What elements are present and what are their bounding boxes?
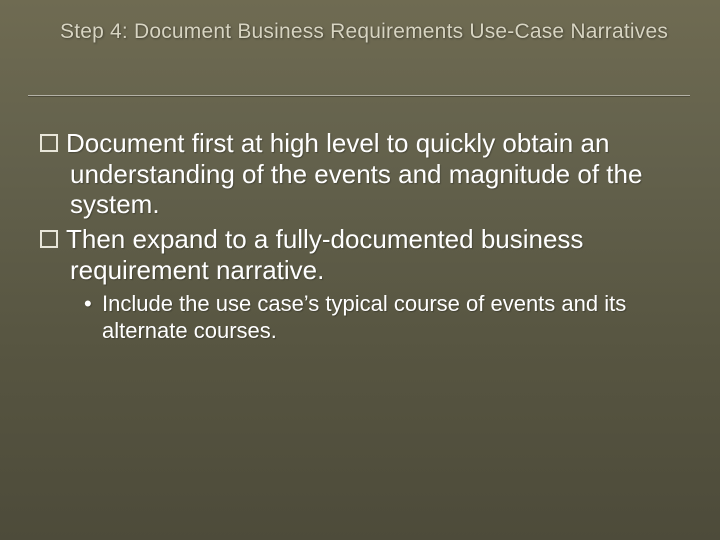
slide-title: Step 4: Document Business Requirements U… — [60, 20, 710, 44]
dot-bullet-icon: • — [84, 291, 102, 318]
title-divider — [28, 95, 690, 97]
bullet-level2: •Include the use case’s typical course o… — [40, 291, 685, 345]
square-bullet-icon — [40, 134, 58, 152]
bullet-text: Include the use case’s typical course of… — [102, 291, 626, 343]
slide: Step 4: Document Business Requirements U… — [0, 0, 720, 540]
bullet-text: Then expand to a fully-documented busine… — [66, 224, 583, 285]
bullet-text: Document first at high level to quickly … — [66, 128, 642, 219]
content-area: Document first at high level to quickly … — [40, 128, 685, 345]
bullet-level1: Then expand to a fully-documented busine… — [40, 224, 685, 285]
square-bullet-icon — [40, 230, 58, 248]
bullet-level1: Document first at high level to quickly … — [40, 128, 685, 220]
